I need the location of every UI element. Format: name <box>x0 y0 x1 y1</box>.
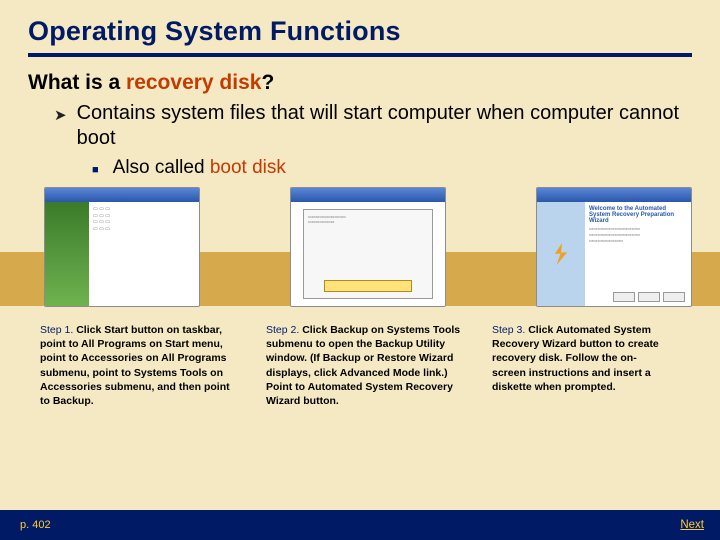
step-1-lead: Step 1. <box>40 324 73 336</box>
start-menu-sidebar <box>45 202 89 306</box>
step-2-caption: Step 2. Click Backup on Systems Tools su… <box>266 323 464 408</box>
square-bullet-icon: ■ <box>92 164 99 176</box>
next-link[interactable]: Next <box>680 519 704 531</box>
wizard-next-button <box>638 292 660 302</box>
step-1-body: Click Start button on taskbar, point to … <box>40 324 230 407</box>
bullet-level2: Also called boot disk <box>113 157 286 179</box>
wizard-buttons <box>613 292 685 302</box>
step-2-lead: Step 2. <box>266 324 299 336</box>
window-titlebar <box>537 188 691 202</box>
wizard-cancel-button <box>663 292 685 302</box>
screenshot-step2: ▭▭▭▭▭▭▭▭▭▭▭▭▭▭▭▭▭ <box>290 187 446 307</box>
question-post: ? <box>261 71 274 94</box>
wizard-sidebar <box>537 202 585 306</box>
footer-bar: p. 402 Next <box>0 510 720 540</box>
screenshot-step3: Welcome to the Automated System Recovery… <box>536 187 692 307</box>
question-highlight: recovery disk <box>126 71 261 94</box>
wizard-heading: Welcome to the Automated System Recovery… <box>589 206 687 224</box>
bullet2-pre: Also called <box>113 157 210 178</box>
question-pre: What is a <box>28 71 126 94</box>
chevron-icon: ➤ <box>54 106 67 124</box>
backup-dialog: ▭▭▭▭▭▭▭▭▭▭▭▭▭▭▭▭▭ <box>303 209 433 299</box>
screenshot-step1: ▭ ▭ ▭▭ ▭ ▭▭ ▭ ▭▭ ▭ ▭ <box>44 187 200 307</box>
title-rule <box>28 53 692 57</box>
step-2-body: Click Backup on Systems Tools submenu to… <box>266 324 460 407</box>
step-captions: Step 1. Click Start button on taskbar, p… <box>28 323 692 408</box>
wizard-body: Welcome to the Automated System Recovery… <box>585 202 691 306</box>
asr-wizard-button-highlight <box>324 280 412 292</box>
page-reference: p. 402 <box>20 519 51 531</box>
window-titlebar <box>45 188 199 202</box>
page-title: Operating System Functions <box>28 16 692 47</box>
wizard-back-button <box>613 292 635 302</box>
window-titlebar <box>291 188 445 202</box>
step-1-caption: Step 1. Click Start button on taskbar, p… <box>40 323 238 408</box>
step-3-caption: Step 3. Click Automated System Recovery … <box>492 323 668 408</box>
start-menu-panel: ▭ ▭ ▭▭ ▭ ▭▭ ▭ ▭▭ ▭ ▭ <box>89 202 199 306</box>
step-3-lead: Step 3. <box>492 324 525 336</box>
bullet-level1: Contains system files that will start co… <box>77 101 692 151</box>
question-line: What is a recovery disk? <box>28 71 692 95</box>
screenshot-row: ▭ ▭ ▭▭ ▭ ▭▭ ▭ ▭▭ ▭ ▭ ▭▭▭▭▭▭▭▭▭▭▭▭▭▭▭▭▭ W… <box>28 187 692 307</box>
lightning-icon <box>550 243 572 265</box>
bullet2-highlight: boot disk <box>210 157 286 178</box>
